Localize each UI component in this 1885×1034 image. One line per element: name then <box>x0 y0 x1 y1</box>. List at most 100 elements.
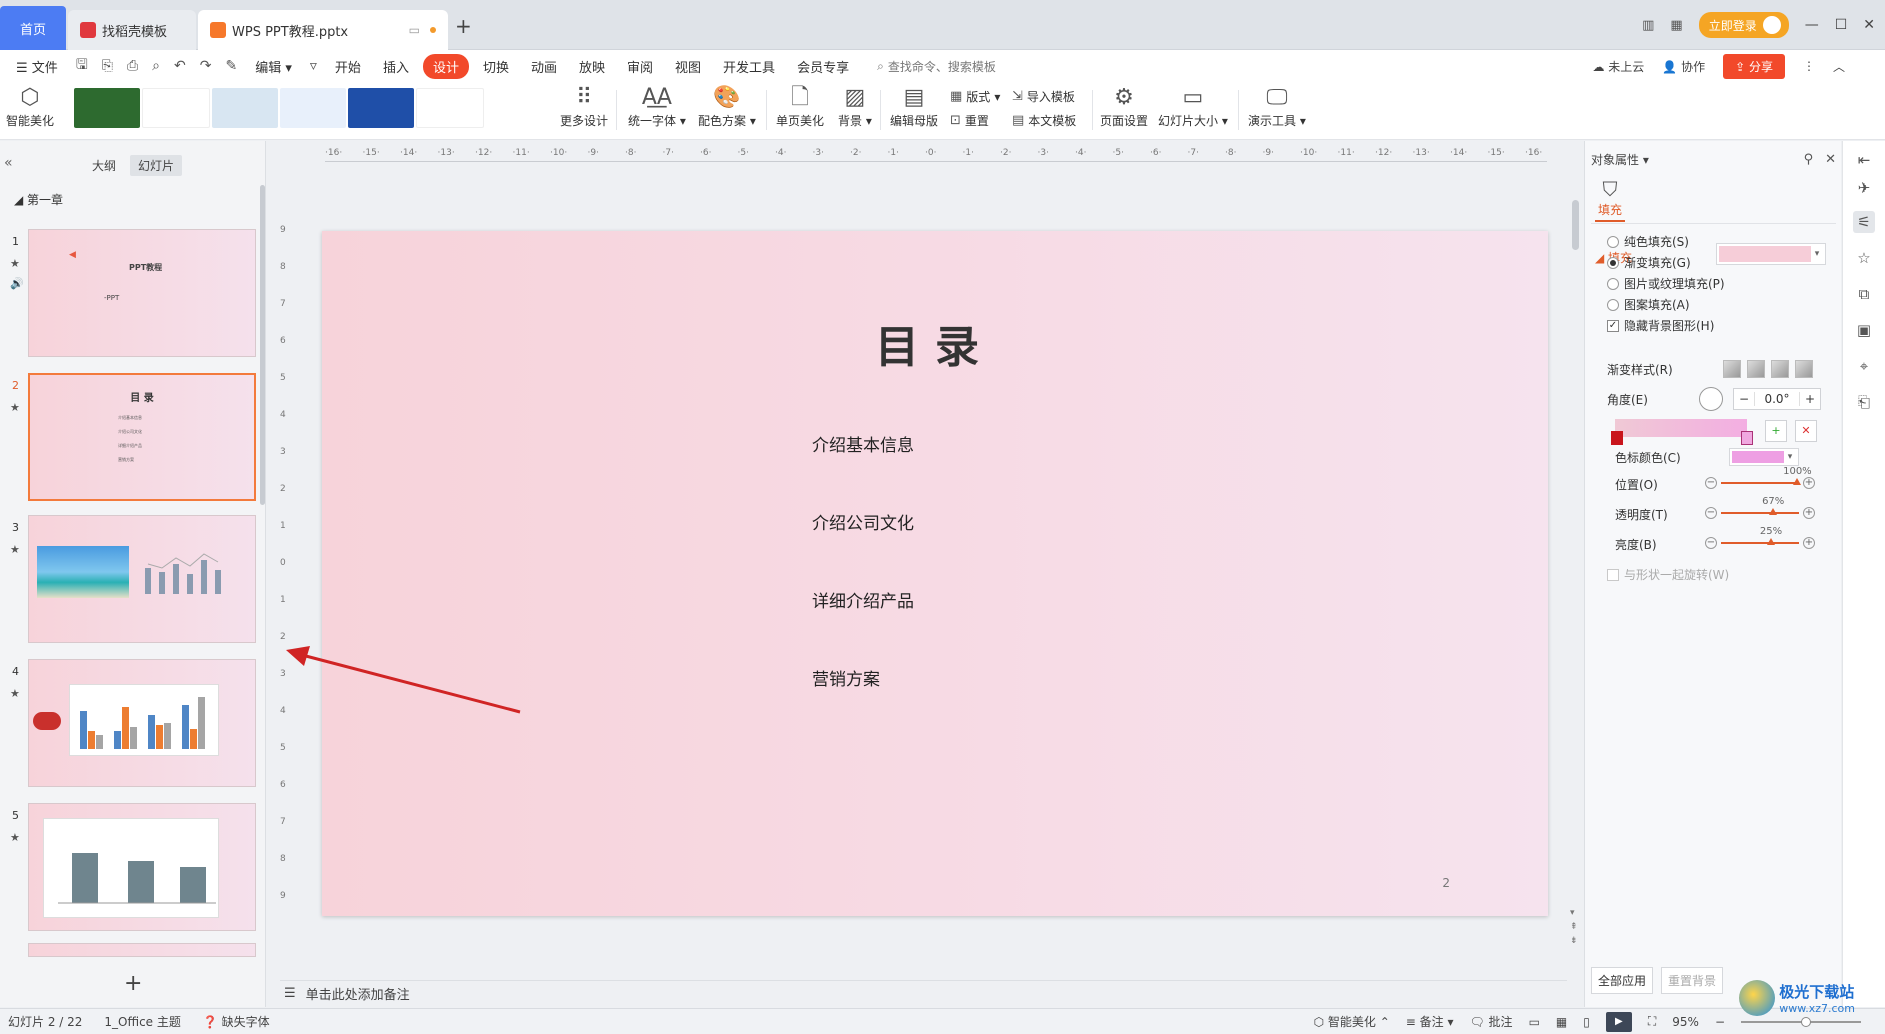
canvas-scrollbar[interactable] <box>1572 200 1579 250</box>
notes-bar[interactable]: ☰ 单击此处添加备注 <box>280 980 1567 1006</box>
template-thumb[interactable] <box>142 88 210 128</box>
slide-thumbnail-5[interactable] <box>28 803 256 931</box>
fill-color-dropdown[interactable]: ▾ <box>1716 243 1826 265</box>
star-icon[interactable]: ☆ <box>1853 247 1875 269</box>
format-painter-icon[interactable]: ✎ <box>221 58 241 74</box>
cloud-status[interactable]: ☁ 未上云 <box>1592 58 1644 75</box>
menu-slideshow[interactable]: 放映 <box>571 54 613 79</box>
slide-thumbnail-2[interactable]: 目 录 介绍基本信息 介绍公司文化 详细介绍产品 营销方案 <box>28 373 256 501</box>
section-heading[interactable]: ◢ 第一章 <box>14 191 63 208</box>
zoom-level[interactable]: 95% <box>1672 1015 1699 1029</box>
grid-icon[interactable]: ▦ <box>1670 18 1682 33</box>
menu-member[interactable]: 会员专享 <box>789 54 857 79</box>
smart-beautify-button[interactable]: ⬡ 智能美化 <box>6 84 54 129</box>
single-page-beautify-button[interactable]: 🗋 单页美化 <box>776 84 824 129</box>
option-pattern-fill[interactable]: 图案填充(A) <box>1607 296 1690 313</box>
thumbnail-scrollbar[interactable] <box>260 185 265 505</box>
unify-font-button[interactable]: A͟A 统一字体 ▾ <box>628 84 686 129</box>
collapse-panel-icon[interactable]: « <box>4 155 13 171</box>
menu-design[interactable]: 设计 <box>422 53 469 79</box>
monitor-icon[interactable]: ▭ <box>409 23 420 37</box>
collapse-ribbon-icon[interactable]: ︿ <box>1833 58 1845 75</box>
location-icon[interactable]: ⌖ <box>1853 355 1875 377</box>
increment-icon[interactable]: + <box>1803 507 1815 519</box>
tab-slides[interactable]: 幻灯片 <box>130 155 183 176</box>
toc-item-3[interactable]: 详细介绍产品 <box>812 587 914 612</box>
slide-title[interactable]: 目录 <box>322 311 1548 375</box>
layout-button[interactable]: ▦ 版式 ▾ <box>950 88 1000 105</box>
import-template-button[interactable]: ⇲ 导入模板 <box>1012 88 1075 105</box>
menu-animation[interactable]: 动画 <box>523 54 565 79</box>
add-stop-button[interactable]: + <box>1765 420 1787 442</box>
menu-insert[interactable]: 插入 <box>375 54 417 79</box>
quick-access-dropdown-icon[interactable]: ▿ <box>306 58 321 74</box>
edit-master-button[interactable]: ▤ 编辑母版 <box>890 84 938 129</box>
collapse-sidebar-icon[interactable]: ⇤ <box>1853 149 1875 171</box>
radio-gradient[interactable] <box>1607 256 1619 269</box>
maximize-icon[interactable]: ☐ <box>1835 17 1848 33</box>
tab-template[interactable]: 找稻壳模板 <box>68 10 196 50</box>
transition-icon[interactable]: ⧉ <box>1853 283 1875 305</box>
collaborate-button[interactable]: 👤 协作 <box>1662 58 1705 75</box>
scroll-arrows[interactable]: ▾ ⇞ ⇟ <box>1570 906 1578 948</box>
stop-color-dropdown[interactable]: ▾ <box>1729 448 1799 466</box>
play-slideshow-button[interactable]: ▶ <box>1605 1011 1632 1032</box>
reset-button[interactable]: ⊡ 重置 <box>950 112 989 129</box>
apply-all-button[interactable]: 全部应用 <box>1591 967 1654 994</box>
option-picture-fill[interactable]: 图片或纹理填充(P) <box>1607 275 1725 292</box>
panel-title[interactable]: 对象属性 ▾ <box>1591 151 1649 168</box>
menu-start[interactable]: 开始 <box>327 54 369 79</box>
reading-view-icon[interactable]: ▯ <box>1583 1015 1590 1029</box>
option-gradient-fill[interactable]: 渐变填充(G) <box>1607 254 1691 271</box>
missing-font-button[interactable]: ❓ 缺失字体 <box>203 1013 270 1030</box>
page-setup-button[interactable]: ⚙ 页面设置 <box>1100 84 1148 129</box>
layout-icon[interactable]: ▥ <box>1642 18 1654 33</box>
picture-icon[interactable]: ▣ <box>1853 319 1875 341</box>
sorter-view-icon[interactable]: ▦ <box>1556 1015 1567 1029</box>
option-solid-fill[interactable]: 纯色填充(S) <box>1607 233 1689 250</box>
slider-thumb[interactable] <box>1767 538 1775 545</box>
gradient-style-linear[interactable] <box>1723 360 1741 378</box>
toc-item-2[interactable]: 介绍公司文化 <box>812 509 914 534</box>
template-thumb[interactable] <box>74 88 140 128</box>
radio-solid[interactable] <box>1607 235 1619 248</box>
save-icon[interactable]: 🖫 <box>72 54 92 78</box>
presentation-tools-button[interactable]: 🖵 演示工具 ▾ <box>1248 84 1306 129</box>
smart-beautify-status-button[interactable]: ⬡ 智能美化 ⌃ <box>1314 1013 1390 1030</box>
slide-thumbnail-6[interactable] <box>28 943 256 957</box>
gradient-stop-right[interactable] <box>1741 431 1753 445</box>
menu-developer[interactable]: 开发工具 <box>715 54 783 79</box>
gradient-style-path[interactable] <box>1795 360 1813 378</box>
close-icon[interactable]: ✕ <box>1863 17 1875 33</box>
color-scheme-button[interactable]: 🎨 配色方案 ▾ <box>698 84 756 129</box>
angle-dial[interactable] <box>1699 387 1723 411</box>
position-slider[interactable]: − 100% + <box>1705 466 1815 492</box>
increment-icon[interactable]: + <box>1803 537 1815 549</box>
redo-icon[interactable]: ↷ <box>196 58 216 74</box>
login-button[interactable]: 立即登录 <box>1698 12 1789 38</box>
decrement-icon[interactable]: − <box>1705 537 1717 549</box>
slide-thumbnail-3[interactable] <box>28 515 256 643</box>
reset-background-button[interactable]: 重置背景 <box>1661 967 1724 994</box>
gradient-style-radial[interactable] <box>1747 360 1765 378</box>
edit-menu[interactable]: 编辑 ▾ <box>247 54 300 79</box>
decrement-icon[interactable]: − <box>1705 507 1717 519</box>
menu-transition[interactable]: 切换 <box>475 54 517 79</box>
transparency-slider[interactable]: − 67% + <box>1705 496 1815 522</box>
increment-icon[interactable]: + <box>1800 392 1820 406</box>
print-icon[interactable]: ⎙ <box>123 58 142 74</box>
more-design-button[interactable]: ⠿ 更多设计 <box>560 84 608 129</box>
option-rotate-with-shape[interactable]: 与形状一起旋转(W) <box>1607 566 1729 583</box>
book-icon[interactable]: ⎗ <box>1853 391 1875 413</box>
decrement-icon[interactable]: − <box>1734 392 1754 406</box>
decrement-icon[interactable]: − <box>1705 477 1717 489</box>
tab-outline[interactable]: 大纲 <box>84 155 124 176</box>
menu-view[interactable]: 视图 <box>667 54 709 79</box>
comments-toggle[interactable]: 🗨 批注 <box>1469 1013 1512 1030</box>
gradient-style-rect[interactable] <box>1771 360 1789 378</box>
checkbox-hide-background[interactable]: ✓ <box>1607 319 1619 332</box>
properties-icon[interactable]: ⚟ <box>1853 211 1875 233</box>
slider-thumb[interactable] <box>1769 508 1778 515</box>
tab-document[interactable]: WPS PPT教程.pptx ▭ <box>198 10 448 50</box>
slide-canvas[interactable]: 目录 介绍基本信息 介绍公司文化 详细介绍产品 营销方案 2 <box>322 231 1548 916</box>
